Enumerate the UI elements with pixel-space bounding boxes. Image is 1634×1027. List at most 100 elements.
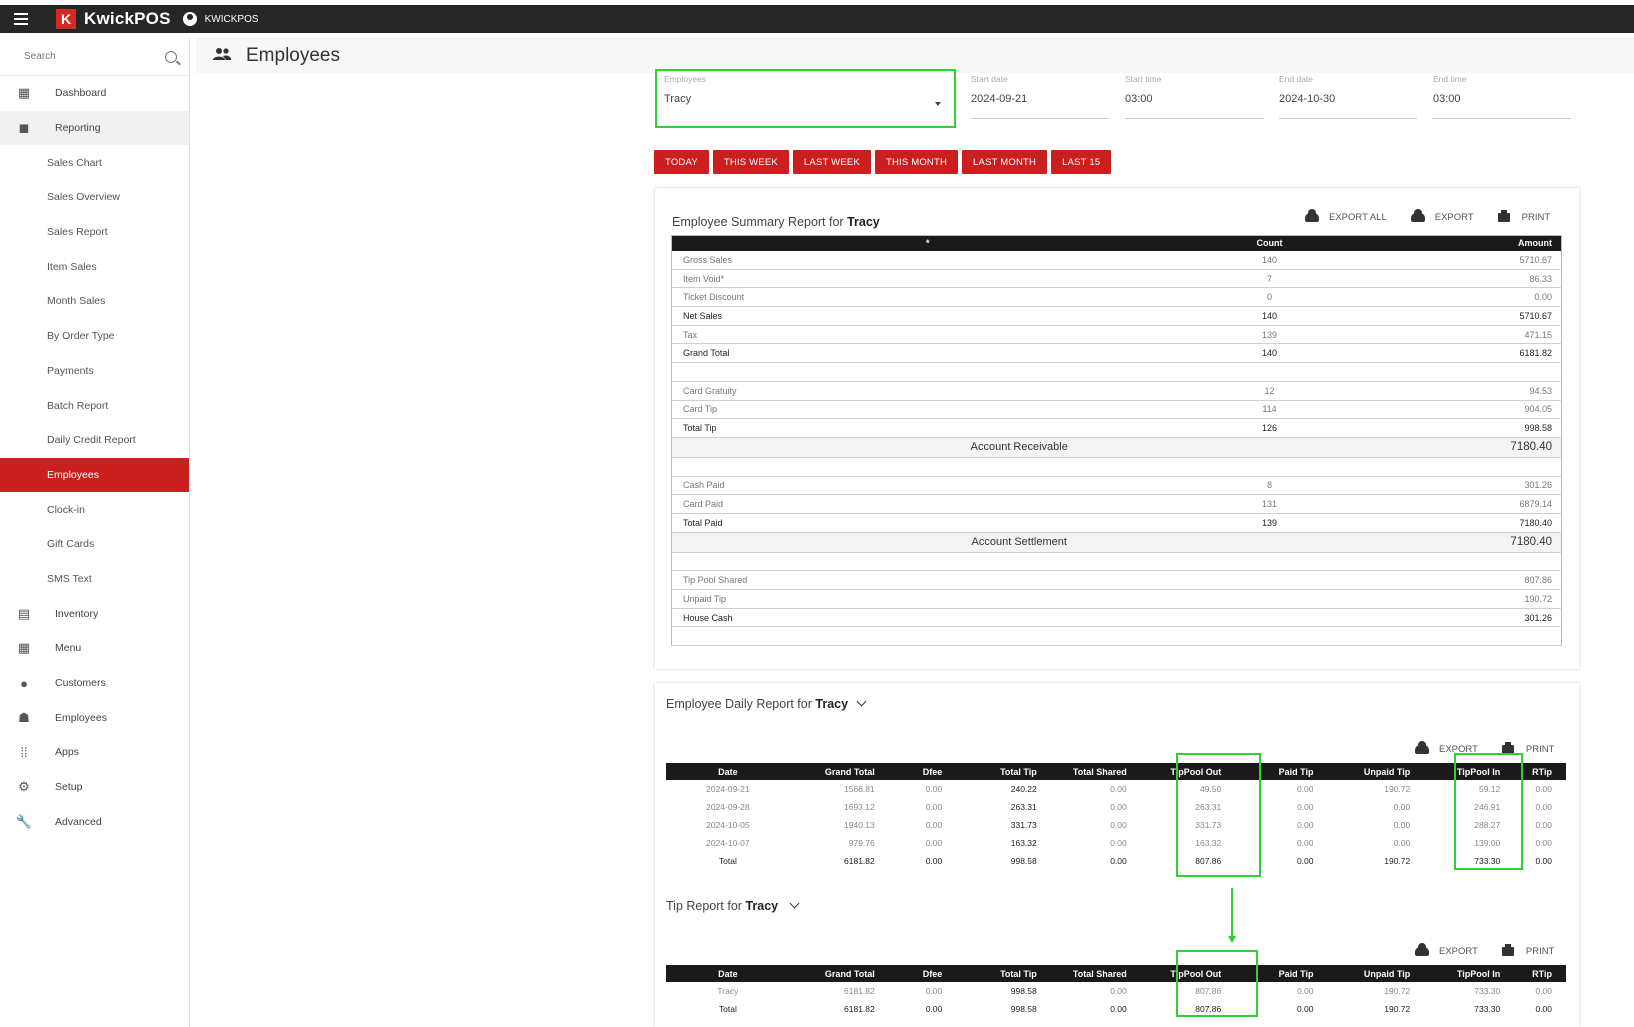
- sidebar-item-by-order-type[interactable]: By Order Type: [0, 319, 189, 354]
- sidebar-item-daily-credit-report[interactable]: Daily Credit Report: [0, 423, 189, 458]
- page-title: Employees: [246, 44, 340, 66]
- summary-cell-amount: [1355, 362, 1562, 382]
- sidebar-item-label: Employees: [55, 711, 107, 724]
- end-date-field[interactable]: End date 2024-10-30: [1279, 74, 1417, 119]
- start-time-field[interactable]: Start time 03:00: [1125, 74, 1263, 119]
- summary-cell-label: [671, 552, 1184, 572]
- sidebar-item-gift-cards[interactable]: Gift Cards: [0, 527, 189, 562]
- sidebar-item-label: Dashboard: [55, 87, 107, 100]
- table-row: Account Settlement 7180.40: [671, 532, 1562, 553]
- tip-cell: Total: [718, 1004, 737, 1014]
- daily-print-button[interactable]: PRINT: [1526, 744, 1555, 755]
- sidebar-item-sales-chart[interactable]: Sales Chart: [0, 145, 189, 180]
- sidebar-item-menu[interactable]: ▦ Menu: [0, 631, 189, 666]
- summary-cell-count: 140: [1183, 343, 1356, 364]
- brand-name: KwickPOS: [84, 9, 171, 28]
- section-amount: 7180.40: [1355, 532, 1562, 553]
- daily-cell: 979.76: [848, 838, 875, 848]
- daily-cell: 240.22: [1010, 784, 1037, 794]
- daily-cell: 263.31: [1010, 802, 1037, 812]
- search-icon[interactable]: [165, 50, 177, 63]
- sidebar-item-label: Reporting: [55, 122, 101, 135]
- daily-cell: 2024-10-07: [706, 838, 750, 848]
- summary-cell-amount: 5710.67: [1355, 250, 1562, 270]
- sidebar-item-label: Sales Overview: [47, 191, 120, 204]
- people-icon: [212, 45, 232, 66]
- summary-cell-count: 140: [1183, 306, 1356, 326]
- export-all-button[interactable]: EXPORT ALL: [1329, 212, 1387, 223]
- reporting-icon: ◼: [18, 120, 30, 136]
- summary-cell-label: Net Sales: [671, 306, 1184, 326]
- sidebar-item-month-sales[interactable]: Month Sales: [0, 284, 189, 319]
- sidebar-item-employees[interactable]: ☗ Employees: [0, 700, 189, 735]
- sidebar-item-batch-report[interactable]: Batch Report: [0, 388, 189, 423]
- sidebar-item-label: SMS Text: [47, 572, 92, 585]
- sidebar-item-sms-text[interactable]: SMS Text: [0, 562, 189, 597]
- sidebar-item-label: Employees: [47, 468, 99, 481]
- start-date-field[interactable]: Start date 2024-09-21: [971, 74, 1109, 119]
- print-button[interactable]: PRINT: [1522, 212, 1551, 223]
- highlight-arrow: [1231, 888, 1233, 938]
- summary-cell-amount: [1355, 552, 1562, 572]
- export-button[interactable]: EXPORT: [1435, 212, 1474, 223]
- menu-icon[interactable]: [14, 13, 34, 25]
- quick-range-buttons: TODAY THIS WEEK LAST WEEK THIS MONTH LAST MO…: [654, 150, 1112, 174]
- sidebar-item-advanced[interactable]: 🔧 Advanced: [0, 804, 189, 839]
- tip-export-button[interactable]: EXPORT: [1439, 946, 1478, 957]
- quick-button-last-week[interactable]: LAST WEEK: [792, 150, 871, 174]
- end-date-label: End date: [1279, 74, 1314, 84]
- cloud-download-icon[interactable]: [1415, 741, 1429, 754]
- sidebar-item-dashboard[interactable]: ▦ Dashboard: [0, 76, 189, 111]
- cloud-download-icon[interactable]: [1305, 209, 1319, 222]
- sidebar-item-sales-report[interactable]: Sales Report: [0, 215, 189, 250]
- print-icon[interactable]: [1497, 210, 1510, 222]
- account-name[interactable]: KWICKPOS: [205, 14, 259, 25]
- print-icon[interactable]: [1501, 944, 1514, 956]
- sidebar-item-item-sales[interactable]: Item Sales: [0, 249, 189, 284]
- sidebar-item-sales-overview[interactable]: Sales Overview: [0, 180, 189, 215]
- end-time-field[interactable]: End time 03:00: [1433, 74, 1571, 119]
- sidebar-item-setup[interactable]: ⚙ Setup: [0, 770, 189, 805]
- tip-title[interactable]: Tip Report for Tracy: [666, 899, 778, 913]
- summary-cell-amount: 6181.82: [1355, 343, 1562, 364]
- summary-cell-label: [671, 362, 1184, 382]
- tip-col-header: Dfee: [888, 965, 957, 982]
- sidebar-item-apps[interactable]: ⁞⁞ Apps: [0, 735, 189, 770]
- summary-cell-label: Unpaid Tip: [671, 589, 1184, 609]
- summary-cell-count: 139: [1183, 513, 1356, 533]
- tip-cell: 6181.82: [844, 1004, 875, 1014]
- summary-cell-count: 140: [1183, 250, 1356, 270]
- sidebar-item-payments[interactable]: Payments: [0, 354, 189, 389]
- sidebar-item-customers[interactable]: ● Customers: [0, 666, 189, 701]
- account-icon[interactable]: [182, 12, 197, 26]
- sidebar-item-reporting[interactable]: ◼ Reporting: [0, 110, 189, 146]
- daily-cell: 190.72: [1384, 784, 1411, 794]
- table-row: [671, 552, 1562, 572]
- summary-cell-count: [1183, 626, 1356, 647]
- quick-button-today[interactable]: TODAY: [654, 150, 709, 174]
- summary-title: Employee Summary Report for Tracy: [672, 215, 880, 229]
- tip-print-button[interactable]: PRINT: [1526, 946, 1555, 957]
- quick-button-this-week[interactable]: THIS WEEK: [712, 150, 789, 174]
- search-input[interactable]: [24, 51, 164, 62]
- cloud-download-icon[interactable]: [1410, 209, 1425, 222]
- summary-cell-label: Item Void*: [671, 269, 1184, 289]
- sidebar-item-employees[interactable]: Employees: [0, 457, 189, 493]
- summary-cell-amount: [1355, 457, 1562, 477]
- summary-cell-amount: 86.33: [1355, 269, 1562, 289]
- table-row: [671, 362, 1562, 382]
- tip-cell: 0.00: [925, 1004, 943, 1014]
- daily-cell: 6181.82: [844, 856, 875, 866]
- daily-title[interactable]: Employee Daily Report for Tracy: [666, 697, 848, 711]
- quick-button-last-month[interactable]: LAST MONTH: [962, 150, 1048, 174]
- table-row: Card Gratuity 12 94.53: [671, 381, 1562, 401]
- sidebar-item-inventory[interactable]: ▤ Inventory: [0, 596, 189, 631]
- summary-actions: EXPORT ALL EXPORT PRINT: [1305, 209, 1551, 223]
- cloud-download-icon[interactable]: [1415, 943, 1429, 956]
- sidebar-item-clock-in[interactable]: Clock-in: [0, 492, 189, 527]
- sidebar-item-label: Payments: [47, 364, 94, 377]
- gear-icon: ⚙: [18, 779, 30, 795]
- employee-highlight-box: [655, 69, 956, 128]
- quick-button-this-month[interactable]: THIS MONTH: [874, 150, 959, 174]
- quick-button-last-15[interactable]: LAST 15: [1051, 150, 1112, 174]
